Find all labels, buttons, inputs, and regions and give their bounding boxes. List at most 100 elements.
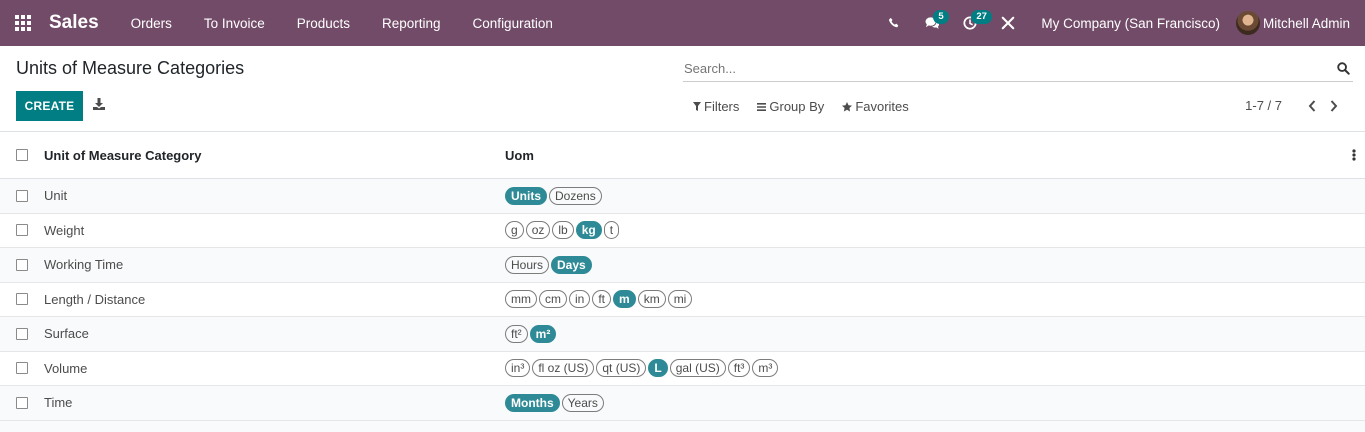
app-menu-icon[interactable] [0, 0, 46, 46]
pager-value[interactable]: 1-7 / 7 [1245, 98, 1282, 113]
select-all-checkbox[interactable] [16, 149, 28, 161]
uom-tag: ft [592, 290, 612, 309]
uom-tag: m³ [752, 359, 779, 378]
uom-tag-reference: L [648, 359, 668, 378]
uom-tag-reference: m² [529, 324, 557, 343]
uom-tags: Units Dozens [505, 186, 604, 205]
uom-tag: cm [539, 290, 567, 309]
list-icon [757, 102, 767, 111]
avatar [1235, 11, 1260, 35]
row-checkbox[interactable] [16, 189, 28, 202]
table-row[interactable]: Volume in³ fl oz (US) qt (US) Lgal (US) ft³ m³ [0, 351, 1365, 386]
row-checkbox[interactable] [16, 224, 28, 237]
user-name: Mitchell Admin [1262, 15, 1350, 31]
download-icon[interactable] [93, 98, 105, 112]
table-row[interactable]: Surface ft² m² [0, 317, 1365, 352]
table-body: Unit Units Dozens Weight g oz lb kg t Working Tim… [0, 179, 1365, 421]
groupby-dropdown[interactable]: Group By [757, 99, 824, 114]
menu-to-invoice[interactable]: To Invoice [188, 0, 281, 46]
uom-tag: g [505, 221, 524, 240]
menu-products[interactable]: Products [281, 0, 366, 46]
groupby-label: Group By [769, 99, 825, 114]
table-row[interactable]: Weight g oz lb kg t [0, 213, 1365, 248]
star-icon [842, 101, 853, 111]
pager: 1-7 / 7 [1245, 98, 1342, 113]
uom-tag: ft³ [727, 359, 751, 378]
search-icon[interactable] [1337, 62, 1350, 78]
menu-configuration[interactable]: Configuration [457, 0, 569, 46]
uom-tags: mm cm in ft m km mi [505, 290, 694, 309]
uom-tag-reference: Months [505, 393, 560, 412]
category-name: Surface [44, 326, 89, 342]
table-header: Unit of Measure Category Uom [0, 132, 1365, 179]
favorites-dropdown[interactable]: Favorites [842, 99, 909, 114]
pager-previous-icon[interactable] [1304, 99, 1320, 112]
table-row[interactable]: Unit Units Dozens [0, 179, 1365, 214]
filters-label: Filters [704, 99, 740, 114]
debug-tools-icon[interactable] [989, 0, 1027, 46]
uom-tag: mi [667, 290, 693, 309]
page-title: Units of Measure Categories [16, 58, 245, 78]
uom-tags: ft² m² [505, 324, 558, 343]
table-row[interactable]: Time Months Years [0, 386, 1365, 421]
uom-tag: in [569, 290, 591, 309]
activities-clock-icon[interactable]: 27 [951, 0, 992, 46]
search-bar [683, 56, 1353, 82]
uom-tag: oz [525, 221, 551, 240]
uom-tag: mm [505, 290, 537, 309]
uom-tag: fl oz (US) [532, 359, 595, 378]
category-name: Weight [44, 222, 85, 238]
app-brand[interactable]: Sales [49, 12, 99, 34]
filter-icon [693, 102, 701, 111]
uom-tag-reference: m [613, 290, 636, 309]
category-name: Volume [44, 360, 88, 376]
category-name: Length / Distance [44, 291, 146, 307]
uom-tag-reference: kg [575, 221, 602, 240]
uom-tag: Hours [505, 255, 550, 274]
messages-icon[interactable]: 5 [913, 0, 951, 46]
category-name: Working Time [44, 257, 124, 273]
column-header-category[interactable]: Unit of Measure Category [44, 148, 201, 163]
uom-tag: lb [552, 221, 574, 240]
search-options: Filters Group By Favorites [693, 99, 927, 114]
uom-tags: in³ fl oz (US) qt (US) Lgal (US) ft³ m³ [505, 359, 780, 378]
table-row[interactable]: Working Time Hours Days [0, 248, 1365, 283]
list-view-table: Unit of Measure Category Uom Unit Units Do… [0, 132, 1365, 421]
column-header-uom[interactable]: Uom [505, 148, 534, 163]
top-navbar: Sales Orders To Invoice Products Reporti… [0, 0, 1365, 46]
filters-dropdown[interactable]: Filters [693, 99, 739, 114]
company-switcher[interactable]: My Company (San Francisco) [1027, 16, 1236, 31]
uom-tag: Dozens [549, 186, 602, 205]
row-checkbox[interactable] [16, 258, 28, 271]
uom-tag: Years [561, 393, 604, 412]
uom-tags: g oz lb kg t [505, 221, 621, 240]
phone-icon[interactable] [875, 0, 913, 46]
search-input[interactable] [683, 61, 1323, 76]
menu-reporting[interactable]: Reporting [366, 0, 457, 46]
user-menu[interactable]: Mitchell Admin [1235, 11, 1365, 35]
menu-orders[interactable]: Orders [115, 0, 188, 46]
row-checkbox[interactable] [16, 327, 28, 340]
table-row[interactable]: Length / Distance mm cm in ft m km mi [0, 282, 1365, 317]
optional-columns-icon[interactable] [1352, 149, 1356, 164]
uom-tags: Months Years [505, 393, 606, 412]
category-name: Time [44, 395, 73, 411]
row-checkbox[interactable] [16, 293, 28, 306]
create-button[interactable]: CREATE [16, 91, 83, 121]
uom-tag: km [637, 290, 666, 309]
pager-next-icon[interactable] [1326, 99, 1342, 112]
uom-tag: qt (US) [596, 359, 647, 378]
uom-tag: ft² [505, 324, 528, 343]
uom-tag-reference: Units [505, 186, 547, 205]
uom-tag-reference: Days [551, 255, 592, 274]
row-checkbox[interactable] [16, 396, 28, 409]
uom-tag: t [603, 221, 620, 240]
uom-tags: Hours Days [505, 255, 594, 274]
control-panel: Units of Measure Categories CREATE Filte… [0, 46, 1365, 132]
uom-tag: in³ [505, 359, 531, 378]
uom-tag: gal (US) [669, 359, 726, 378]
category-name: Unit [44, 188, 68, 204]
messages-badge: 5 [933, 10, 949, 24]
row-checkbox[interactable] [16, 362, 28, 375]
favorites-label: Favorites [855, 99, 909, 114]
